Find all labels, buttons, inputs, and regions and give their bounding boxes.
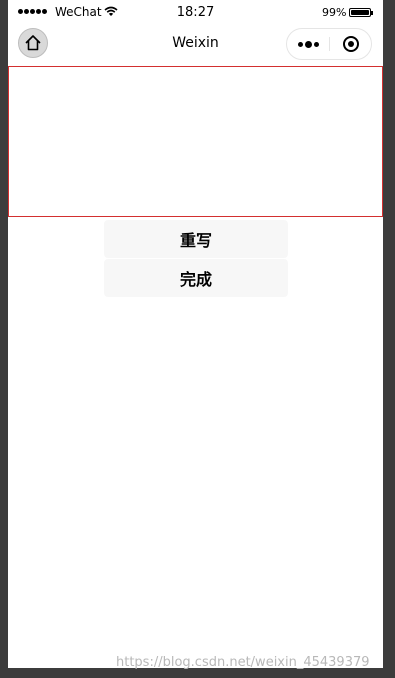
navigation-bar: Weixin bbox=[8, 24, 383, 64]
rewrite-button[interactable]: 重写 bbox=[104, 220, 288, 258]
more-dots-icon bbox=[297, 41, 303, 47]
close-target-icon bbox=[343, 36, 359, 52]
battery-icon bbox=[349, 8, 373, 17]
more-button[interactable] bbox=[287, 29, 329, 59]
watermark-text: https://blog.csdn.net/weixin_45439379 bbox=[116, 655, 370, 670]
signature-canvas[interactable] bbox=[8, 66, 383, 217]
status-bar: WeChat 18:27 99% bbox=[8, 0, 383, 24]
battery-percentage: 99% bbox=[322, 6, 347, 19]
close-button[interactable] bbox=[330, 29, 372, 59]
done-button[interactable]: 完成 bbox=[104, 259, 288, 297]
phone-screen: WeChat 18:27 99% Weixin 重写 完成 bbox=[8, 0, 383, 668]
menu-capsule bbox=[286, 28, 372, 60]
